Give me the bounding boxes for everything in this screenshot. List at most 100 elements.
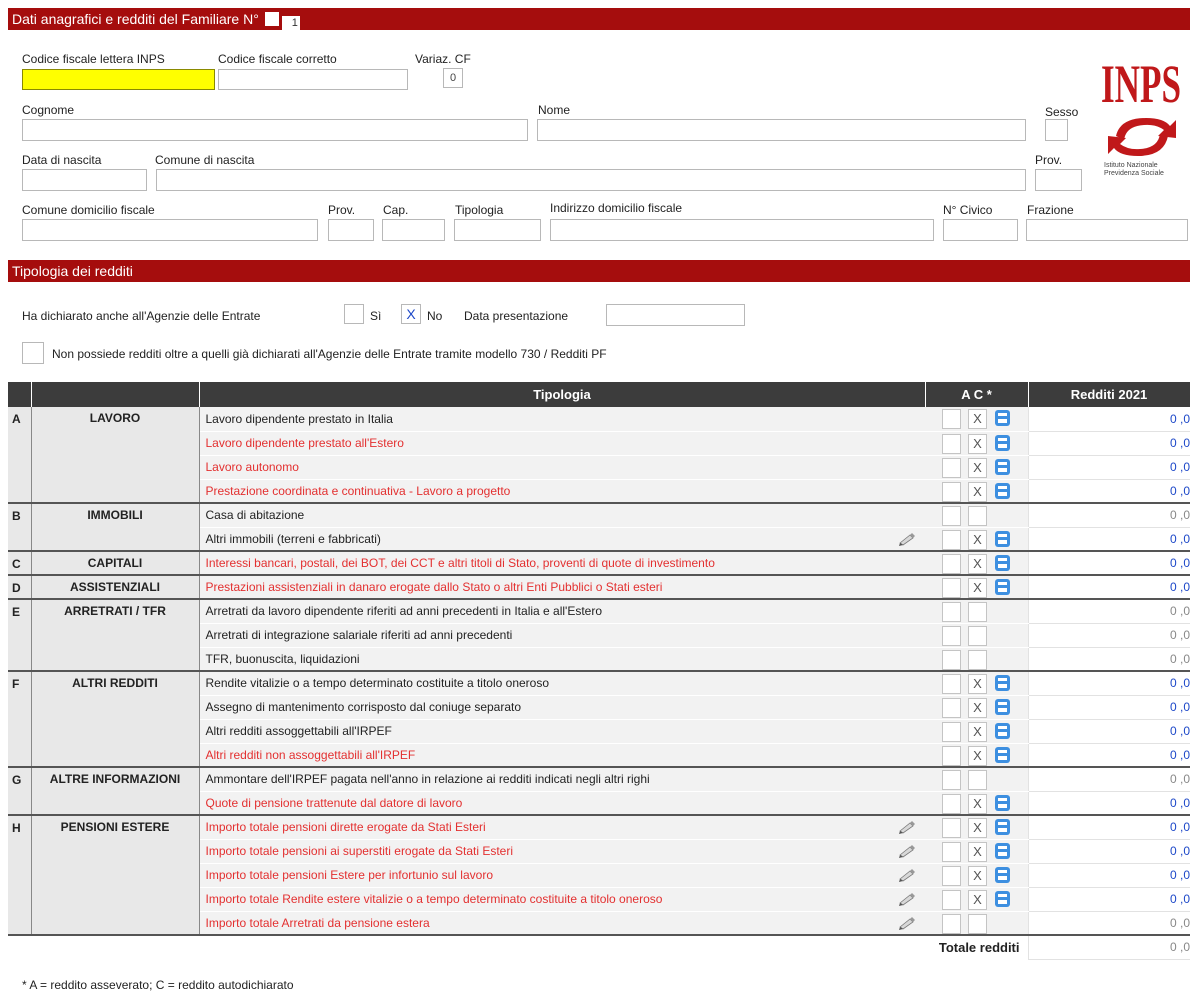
a-checkbox[interactable] — [942, 865, 961, 886]
civico-input[interactable] — [943, 219, 1018, 241]
row-value[interactable]: 0 ,0 — [1027, 527, 1190, 552]
a-checkbox[interactable] — [942, 841, 961, 862]
row-value[interactable]: 0 ,0 — [1027, 647, 1190, 672]
calculator-icon[interactable] — [995, 530, 1010, 547]
row-value[interactable]: 0 ,0 — [1027, 839, 1190, 864]
calculator-icon[interactable] — [995, 842, 1010, 859]
calculator-icon[interactable] — [995, 482, 1010, 499]
a-checkbox[interactable] — [942, 481, 961, 502]
calculator-icon[interactable] — [995, 434, 1010, 451]
c-checkbox[interactable] — [968, 602, 987, 622]
row-value[interactable]: 0 ,0 — [1027, 455, 1190, 480]
nome-input[interactable] — [537, 119, 1026, 141]
row-description-text[interactable]: Importo totale pensioni Estere per infor… — [206, 868, 494, 882]
a-checkbox[interactable] — [942, 529, 961, 550]
row-value[interactable]: 0 ,0 — [1027, 550, 1190, 576]
edit-pencil-icon[interactable] — [899, 916, 915, 930]
row-value[interactable]: 0 ,0 — [1027, 719, 1190, 744]
sesso-input[interactable] — [1045, 119, 1068, 141]
calculator-icon[interactable] — [995, 410, 1010, 426]
calculator-icon[interactable] — [995, 579, 1010, 595]
row-description-text[interactable]: Quote di pensione trattenute dal datore … — [206, 796, 463, 810]
a-checkbox[interactable] — [942, 697, 961, 718]
a-checkbox[interactable] — [942, 793, 961, 814]
a-checkbox[interactable] — [942, 433, 961, 454]
data-presentazione-input[interactable] — [606, 304, 745, 326]
edit-pencil-icon[interactable] — [899, 532, 915, 546]
a-checkbox[interactable] — [942, 578, 961, 598]
a-checkbox[interactable] — [942, 457, 961, 478]
data-nascita-input[interactable] — [22, 169, 147, 191]
calculator-icon[interactable] — [995, 698, 1010, 715]
row-value[interactable]: 0 ,0 — [1027, 743, 1190, 768]
calculator-icon[interactable] — [995, 746, 1010, 763]
calculator-icon[interactable] — [995, 890, 1010, 907]
no-checkbox[interactable]: X — [401, 304, 421, 324]
row-value[interactable]: 0 ,0 — [1027, 695, 1190, 720]
row-value[interactable]: 0 ,0 — [1027, 623, 1190, 648]
row-description-text[interactable]: Prestazioni assistenziali in danaro erog… — [206, 580, 663, 594]
row-value[interactable]: 0 ,0 — [1027, 431, 1190, 456]
c-checkbox[interactable]: X — [968, 457, 987, 478]
a-checkbox[interactable] — [942, 674, 961, 694]
cognome-input[interactable] — [22, 119, 528, 141]
a-checkbox[interactable] — [942, 818, 961, 838]
c-checkbox[interactable]: X — [968, 578, 987, 598]
indirizzo-input[interactable] — [550, 219, 934, 241]
a-checkbox[interactable] — [942, 770, 961, 790]
a-checkbox[interactable] — [942, 602, 961, 622]
c-checkbox[interactable]: X — [968, 745, 987, 766]
c-checkbox[interactable]: X — [968, 433, 987, 454]
calculator-icon[interactable] — [995, 722, 1010, 739]
row-value[interactable]: 0 ,0 — [1027, 598, 1190, 624]
calculator-icon[interactable] — [995, 819, 1010, 835]
row-value[interactable]: 0 ,0 — [1027, 911, 1190, 936]
row-description-text[interactable]: Importo totale pensioni ai superstiti er… — [206, 844, 514, 858]
row-value[interactable]: 0 ,0 — [1027, 574, 1190, 600]
row-description-text[interactable]: Importo totale pensioni dirette erogate … — [206, 820, 486, 834]
cap-input[interactable] — [382, 219, 445, 241]
c-checkbox[interactable] — [968, 913, 987, 934]
a-checkbox[interactable] — [942, 745, 961, 766]
edit-pencil-icon[interactable] — [899, 844, 915, 858]
row-description-text[interactable]: Interessi bancari, postali, dei BOT, dei… — [206, 556, 715, 570]
c-checkbox[interactable]: X — [968, 674, 987, 694]
c-checkbox[interactable]: X — [968, 481, 987, 502]
tipologia-input[interactable] — [454, 219, 541, 241]
row-value[interactable]: 0 ,0 — [1027, 766, 1190, 792]
calculator-icon[interactable] — [995, 794, 1010, 811]
c-checkbox[interactable]: X — [968, 409, 987, 429]
row-description-text[interactable]: Prestazione coordinata e continuativa - … — [206, 484, 511, 498]
row-value[interactable]: 0 ,0 — [1027, 814, 1190, 840]
c-checkbox[interactable]: X — [968, 865, 987, 886]
row-value[interactable]: 0 ,0 — [1027, 670, 1190, 696]
c-checkbox[interactable]: X — [968, 697, 987, 718]
codice-fiscale-inps-input[interactable] — [22, 69, 215, 90]
c-checkbox[interactable] — [968, 506, 987, 526]
a-checkbox[interactable] — [942, 409, 961, 429]
row-description-text[interactable]: Lavoro autonomo — [206, 460, 299, 474]
row-value[interactable]: 0 ,0 — [1027, 502, 1190, 528]
prov-domicilio-input[interactable] — [328, 219, 374, 241]
a-checkbox[interactable] — [942, 554, 961, 574]
row-value[interactable]: 0 ,0 — [1027, 791, 1190, 816]
edit-pencil-icon[interactable] — [899, 868, 915, 882]
edit-pencil-icon[interactable] — [899, 820, 915, 834]
si-checkbox[interactable] — [344, 304, 364, 324]
row-value[interactable]: 0 ,0 — [1027, 479, 1190, 504]
c-checkbox[interactable]: X — [968, 841, 987, 862]
c-checkbox[interactable] — [968, 625, 987, 646]
calculator-icon[interactable] — [995, 555, 1010, 571]
codice-fiscale-corretto-input[interactable] — [218, 69, 408, 90]
a-checkbox[interactable] — [942, 889, 961, 910]
calculator-icon[interactable] — [995, 458, 1010, 475]
row-description-text[interactable]: Altri redditi non assoggettabili all'IRP… — [206, 748, 416, 762]
c-checkbox[interactable]: X — [968, 818, 987, 838]
row-value[interactable]: 0 ,0 — [1027, 407, 1190, 432]
calculator-icon[interactable] — [995, 866, 1010, 883]
row-description-text[interactable]: Importo totale Arretrati da pensione est… — [206, 916, 430, 930]
c-checkbox[interactable]: X — [968, 721, 987, 742]
c-checkbox[interactable]: X — [968, 889, 987, 910]
non-possiede-checkbox[interactable] — [22, 342, 44, 364]
c-checkbox[interactable] — [968, 649, 987, 670]
